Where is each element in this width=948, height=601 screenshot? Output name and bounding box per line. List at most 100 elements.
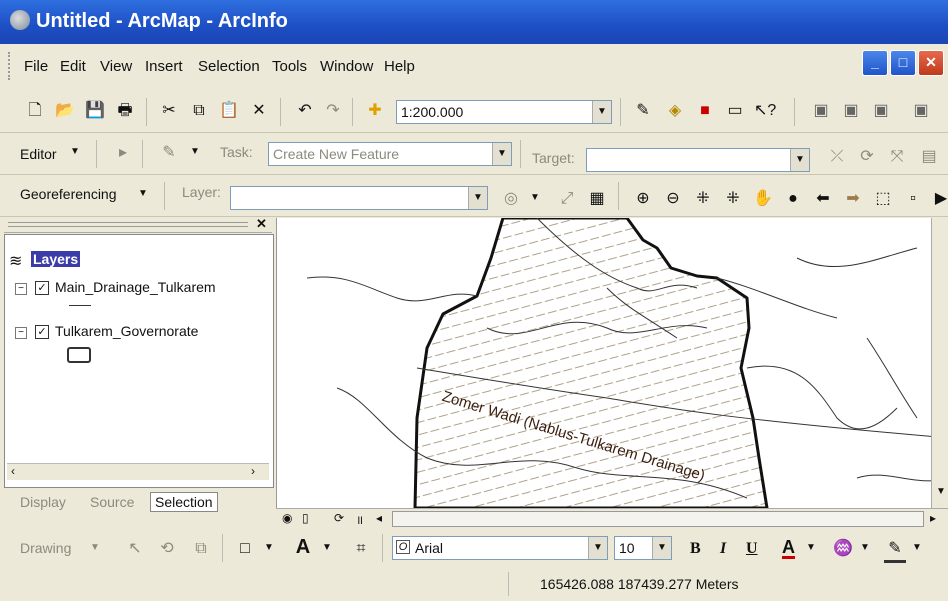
zoom-in-icon[interactable]: ⊕ xyxy=(632,188,654,210)
arctoolbox-icon[interactable]: ■ xyxy=(694,100,716,122)
pan-hand-icon[interactable]: ✋ xyxy=(752,188,774,210)
forward-arrow-icon[interactable]: ➡ xyxy=(842,188,864,210)
chevron-down-icon[interactable]: ▼ xyxy=(90,542,100,553)
scroll-left-icon[interactable]: ◂ xyxy=(376,511,382,525)
layout-view-icon[interactable]: ▯ xyxy=(302,511,309,525)
attributes-icon[interactable]: ⤧ xyxy=(886,146,908,168)
line-color-icon[interactable]: ✎ xyxy=(884,538,906,563)
refresh-icon[interactable]: ⟳ xyxy=(334,511,344,525)
fill-color-icon[interactable]: ♒ xyxy=(832,538,854,560)
paste-icon[interactable]: 📋 xyxy=(218,100,240,122)
menu-edit[interactable]: Edit xyxy=(60,58,86,75)
layers-root[interactable]: Layers xyxy=(31,251,81,267)
minimize-button[interactable]: _ xyxy=(862,50,888,76)
map-horizontal-scrollbar[interactable] xyxy=(392,511,924,527)
chevron-down-icon[interactable]: ▼ xyxy=(190,146,200,157)
save-icon[interactable]: 💾 xyxy=(84,100,106,122)
menu-help[interactable]: Help xyxy=(384,58,415,75)
drawing-menu[interactable]: Drawing xyxy=(20,540,71,556)
chevron-down-icon[interactable]: ▼ xyxy=(322,542,332,553)
new-document-icon[interactable]: 🗋 xyxy=(24,100,46,122)
menu-file[interactable]: File xyxy=(24,58,48,75)
new-text-icon[interactable]: A xyxy=(292,536,314,558)
select-elements-icon[interactable]: ▶ xyxy=(930,188,948,210)
arccatalog-icon[interactable]: ◈ xyxy=(664,100,686,122)
collapse-icon[interactable]: − xyxy=(15,327,27,339)
tab-display[interactable]: Display xyxy=(20,494,66,510)
chevron-down-icon[interactable]: ▼ xyxy=(492,143,511,165)
chevron-down-icon[interactable]: ▼ xyxy=(652,537,671,559)
open-folder-icon[interactable]: 📂 xyxy=(54,100,76,122)
chevron-down-icon[interactable]: ▼ xyxy=(264,542,274,553)
close-button[interactable]: ✕ xyxy=(918,50,944,76)
pause-drawing-icon[interactable]: ॥ xyxy=(356,511,363,528)
italic-button[interactable]: I xyxy=(720,540,726,558)
redo-icon[interactable]: ↷ xyxy=(322,100,344,122)
command-line-icon[interactable]: ▭ xyxy=(724,100,746,122)
rectangle-icon[interactable]: □ xyxy=(234,538,256,560)
chevron-down-icon[interactable]: ▼ xyxy=(790,149,809,171)
scroll-right-icon[interactable]: › xyxy=(251,464,255,478)
copy-icon[interactable]: ⧉ xyxy=(188,100,210,122)
map-scale-combo[interactable]: 1:200.000 ▼ xyxy=(396,100,612,124)
chevron-down-icon[interactable]: ▼ xyxy=(806,542,816,553)
georeferencing-menu[interactable]: Georeferencing xyxy=(20,186,117,202)
chevron-down-icon[interactable]: ▼ xyxy=(70,146,80,157)
menu-selection[interactable]: Selection xyxy=(198,58,260,75)
menu-view[interactable]: View xyxy=(100,58,132,75)
layer-visibility-checkbox[interactable]: ✓ xyxy=(35,281,49,295)
results-icon[interactable]: ▣ xyxy=(870,100,892,122)
target-combo[interactable]: ▼ xyxy=(586,148,810,172)
map-vertical-scrollbar[interactable]: ▼ xyxy=(931,218,948,508)
collapse-icon[interactable]: − xyxy=(15,283,27,295)
link-table-icon[interactable]: ▦ xyxy=(586,188,608,210)
fixed-zoom-in-icon[interactable]: ⁜ xyxy=(692,188,714,210)
close-icon[interactable]: ✕ xyxy=(256,216,267,232)
edit-vertices-icon[interactable]: ⌗ xyxy=(350,538,372,560)
full-extent-icon[interactable]: ● xyxy=(782,188,804,210)
add-control-points-icon[interactable]: ⤢ xyxy=(556,188,578,210)
scroll-left-icon[interactable]: ‹ xyxy=(11,464,15,478)
select-features-icon[interactable]: ⬚ xyxy=(872,188,894,210)
fixed-zoom-out-icon[interactable]: ⁜ xyxy=(722,188,744,210)
chevron-down-icon[interactable]: ▼ xyxy=(860,542,870,553)
chevron-down-icon[interactable]: ▼ xyxy=(592,101,611,123)
back-arrow-icon[interactable]: ⬅ xyxy=(812,188,834,210)
bold-button[interactable]: B xyxy=(690,540,701,558)
map-view[interactable]: Zomer Wadi (Nablus-Tulkarem Drainage) ▼ xyxy=(276,218,948,508)
chevron-down-icon[interactable]: ▼ xyxy=(588,537,607,559)
cut-icon[interactable]: ✂ xyxy=(158,100,180,122)
add-data-icon[interactable]: ✚ xyxy=(364,100,386,122)
data-view-icon[interactable]: ◉ xyxy=(282,511,292,525)
menu-window[interactable]: Window xyxy=(320,58,373,75)
layer-name[interactable]: Main_Drainage_Tulkarem xyxy=(55,279,216,295)
scroll-down-icon[interactable]: ▼ xyxy=(936,486,946,497)
sketch-tool-icon[interactable]: ✎ xyxy=(158,142,180,164)
tab-selection[interactable]: Selection xyxy=(150,492,218,512)
chevron-down-icon[interactable]: ▼ xyxy=(138,188,148,199)
rotate-icon[interactable]: ◎ xyxy=(500,188,522,210)
print-icon[interactable]: 🖶 xyxy=(114,100,136,122)
toc-horizontal-scrollbar[interactable]: ‹ › xyxy=(7,463,269,480)
maximize-button[interactable]: □ xyxy=(890,50,916,76)
search-tool-icon[interactable]: ▣ xyxy=(840,100,862,122)
undo-icon[interactable]: ↶ xyxy=(294,100,316,122)
rotate-tool-icon[interactable]: ⟳ xyxy=(856,146,878,168)
georef-layer-combo[interactable]: ▼ xyxy=(230,186,488,210)
rotate-element-icon[interactable]: ⟲ xyxy=(156,538,178,560)
menu-tools[interactable]: Tools xyxy=(272,58,307,75)
scroll-right-icon[interactable]: ▸ xyxy=(930,511,936,525)
font-size-combo[interactable]: 10 ▼ xyxy=(614,536,672,560)
select-elements-icon[interactable]: ↖ xyxy=(124,538,146,560)
delete-icon[interactable]: ✕ xyxy=(248,100,270,122)
chevron-down-icon[interactable]: ▼ xyxy=(912,542,922,553)
python-icon[interactable]: ▣ xyxy=(910,100,932,122)
split-tool-icon[interactable]: ⤫ xyxy=(826,146,848,168)
chevron-down-icon[interactable]: ▼ xyxy=(468,187,487,209)
font-color-button[interactable]: A xyxy=(782,538,795,559)
font-combo[interactable]: O Arial ▼ xyxy=(392,536,608,560)
sketch-properties-icon[interactable]: ▤ xyxy=(918,146,940,168)
menu-insert[interactable]: Insert xyxy=(145,58,183,75)
underline-button[interactable]: U xyxy=(746,540,758,558)
tab-source[interactable]: Source xyxy=(90,494,134,510)
